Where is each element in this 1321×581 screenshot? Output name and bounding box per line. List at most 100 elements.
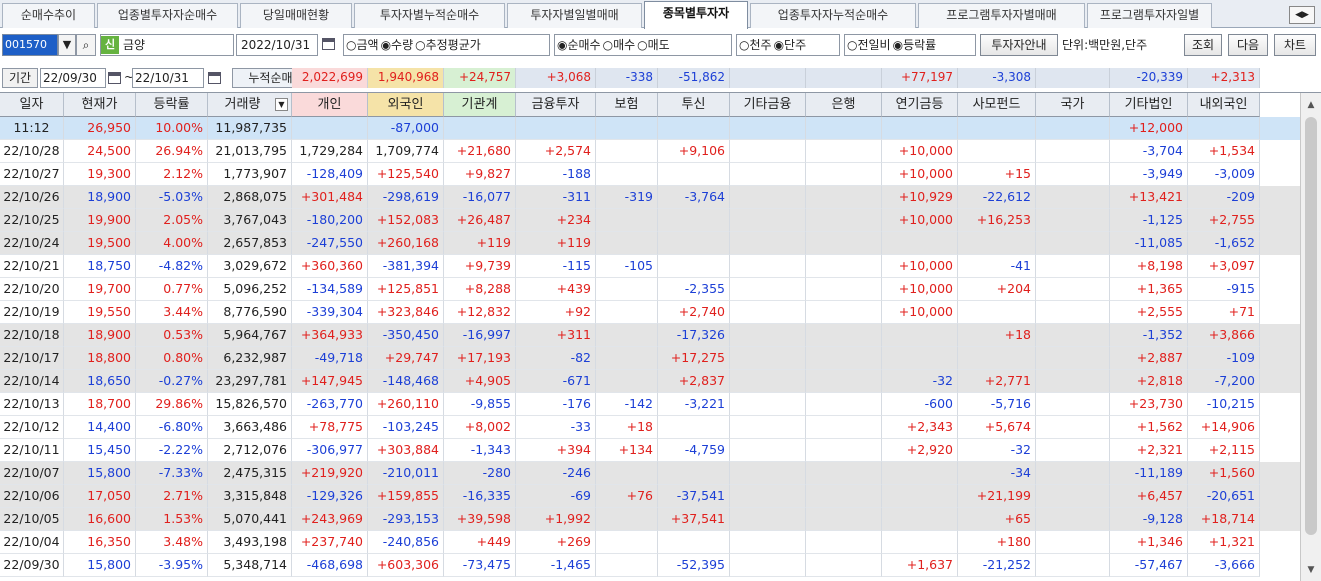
column-header[interactable]: 기타금융: [730, 93, 806, 117]
table-cell: -311: [516, 186, 596, 209]
tab-1[interactable]: 순매수추이: [2, 3, 95, 28]
column-header[interactable]: 기타법인: [1110, 93, 1188, 117]
column-header[interactable]: 금융투자: [516, 93, 596, 117]
trade-group-option[interactable]: ○매도: [637, 38, 670, 52]
table-row[interactable]: 22/10/11 15,450 -2.22% 2,712,076 -306,977 +30…: [0, 439, 1300, 462]
next-button[interactable]: 다음: [1228, 34, 1268, 56]
table-row[interactable]: 22/10/24 19,500 4.00% 2,657,853 -247,550 +260…: [0, 232, 1300, 255]
compare-group-option[interactable]: ○전일비: [847, 38, 891, 52]
table-cell: [1036, 347, 1110, 370]
table-row[interactable]: 22/10/26 18,900 -5.03% 2,868,075 +301,484 -29…: [0, 186, 1300, 209]
tab-2[interactable]: 업종별투자자순매수: [97, 3, 238, 28]
trade-group-option[interactable]: ◉순매수: [557, 38, 601, 52]
investor-info-button[interactable]: 투자자안내: [980, 34, 1058, 56]
table-row[interactable]: 22/10/27 19,300 2.12% 1,773,907 -128,409 +125…: [0, 163, 1300, 186]
tab-5[interactable]: 투자자별일별매매: [507, 3, 642, 28]
table-row[interactable]: 22/10/20 19,700 0.77% 5,096,252 -134,589 +125…: [0, 278, 1300, 301]
table-row[interactable]: 22/10/05 16,600 1.53% 5,070,441 +243,969 -293…: [0, 508, 1300, 531]
calendar-icon[interactable]: [208, 72, 221, 84]
dropdown-button[interactable]: ▼: [58, 34, 76, 56]
table-cell: 5,348,714: [208, 554, 292, 577]
tab-3[interactable]: 당일매매현황: [240, 3, 352, 28]
tab-7[interactable]: 업종투자자누적순매수: [750, 3, 916, 28]
table-cell: +1,992: [516, 508, 596, 531]
column-header[interactable]: 일자: [0, 93, 64, 117]
tab-8[interactable]: 프로그램투자자별매매: [918, 3, 1085, 28]
date-input[interactable]: 2022/10/31: [236, 34, 318, 56]
vertical-scrollbar[interactable]: ▲ ▼: [1300, 93, 1321, 581]
column-header-label: 기타금융: [743, 97, 792, 112]
table-row[interactable]: 22/10/18 18,900 0.53% 5,964,767 +364,933 -350…: [0, 324, 1300, 347]
table-cell: [882, 324, 958, 347]
table-row[interactable]: 11:12 26,950 10.00% 11,987,735 -87,000 +12,00…: [0, 117, 1300, 140]
scroll-thumb[interactable]: [1305, 117, 1317, 535]
table-cell: 22/10/28: [0, 140, 64, 163]
table-row[interactable]: 22/09/30 15,800 -3.95% 5,348,714 -468,698 +60…: [0, 554, 1300, 577]
tab-4[interactable]: 투자자별누적순매수: [354, 3, 505, 28]
calendar-icon[interactable]: [322, 38, 335, 50]
column-header[interactable]: 거래량 ▼: [208, 93, 292, 117]
table-cell: 2.12%: [136, 163, 208, 186]
trade-group-option[interactable]: ○매수: [603, 38, 636, 52]
column-header[interactable]: 현재가: [64, 93, 136, 117]
tab-6[interactable]: 종목별투자자: [644, 1, 748, 29]
column-header[interactable]: 국가: [1036, 93, 1110, 117]
search-button[interactable]: ⌕: [76, 34, 96, 56]
column-header[interactable]: 외국인: [368, 93, 444, 117]
column-header[interactable]: 기관계: [444, 93, 516, 117]
table-row[interactable]: 22/10/06 17,050 2.71% 3,315,848 -129,326 +159…: [0, 485, 1300, 508]
amount-group-option[interactable]: ◉수량: [381, 38, 414, 52]
end-date-input[interactable]: 22/10/31: [132, 68, 204, 88]
column-header[interactable]: 연기금등: [882, 93, 958, 117]
scroll-up-icon[interactable]: ▲: [1301, 95, 1321, 115]
compare-group-option[interactable]: ◉등락률: [893, 38, 937, 52]
table-cell: +2,343: [882, 416, 958, 439]
table-cell: +2,555: [1110, 301, 1188, 324]
table-cell: [730, 278, 806, 301]
scroll-down-icon[interactable]: ▼: [1301, 560, 1321, 580]
sort-dropdown-icon[interactable]: ▼: [275, 98, 288, 111]
column-header[interactable]: 등락률: [136, 93, 208, 117]
table-cell: +18: [958, 324, 1036, 347]
unit-group-option[interactable]: ○천주: [739, 38, 772, 52]
column-header[interactable]: 은행: [806, 93, 882, 117]
table-cell: +125,540: [368, 163, 444, 186]
column-header[interactable]: 보험: [596, 93, 658, 117]
table-row[interactable]: 22/10/04 16,350 3.48% 3,493,198 +237,740 -240…: [0, 531, 1300, 554]
table-cell: 3,493,198: [208, 531, 292, 554]
tab-scroll-arrows-icon[interactable]: ◀▶: [1289, 6, 1315, 24]
table-row[interactable]: 22/10/19 19,550 3.44% 8,776,590 -339,304 +323…: [0, 301, 1300, 324]
table-row[interactable]: 22/10/12 14,400 -6.80% 3,663,486 +78,775 -103…: [0, 416, 1300, 439]
table-row[interactable]: 22/10/21 18,750 -4.82% 3,029,672 +360,360 -38…: [0, 255, 1300, 278]
table-row[interactable]: 22/10/07 15,800 -7.33% 2,475,315 +219,920 -21…: [0, 462, 1300, 485]
amount-radio-group[interactable]: ○금액 ◉수량 ○추정평균가: [343, 34, 550, 56]
table-cell: [882, 117, 958, 140]
table-cell: -82: [516, 347, 596, 370]
table-cell: [1036, 301, 1110, 324]
column-header[interactable]: 내외국인: [1188, 93, 1260, 117]
table-cell: [516, 117, 596, 140]
unit-radio-group[interactable]: ○천주 ◉단주: [736, 34, 840, 56]
table-cell: -246: [516, 462, 596, 485]
table-row[interactable]: 22/10/28 24,500 26.94% 21,013,795 1,729,284 1…: [0, 140, 1300, 163]
start-date-input[interactable]: 22/09/30: [40, 68, 106, 88]
column-header[interactable]: 사모펀드: [958, 93, 1036, 117]
column-header[interactable]: 투신: [658, 93, 730, 117]
calendar-icon[interactable]: [108, 72, 121, 84]
table-row[interactable]: 22/10/17 18,800 0.80% 6,232,987 -49,718 +29,7…: [0, 347, 1300, 370]
table-row[interactable]: 22/10/25 19,900 2.05% 3,767,043 -180,200 +152…: [0, 209, 1300, 232]
search-query-button[interactable]: 조회: [1184, 34, 1222, 56]
amount-group-option[interactable]: ○추정평균가: [415, 38, 481, 52]
column-header[interactable]: 개인: [292, 93, 368, 117]
table-row[interactable]: 22/10/14 18,650 -0.27% 23,297,781 +147,945 -1…: [0, 370, 1300, 393]
chart-button[interactable]: 차트: [1274, 34, 1316, 56]
table-row[interactable]: 22/10/13 18,700 29.86% 15,826,570 -263,770 +2…: [0, 393, 1300, 416]
tab-9[interactable]: 프로그램투자자일별: [1087, 3, 1212, 28]
amount-group-option[interactable]: ○금액: [346, 38, 379, 52]
unit-group-option[interactable]: ◉단주: [774, 38, 807, 52]
compare-radio-group[interactable]: ○전일비 ◉등락률: [844, 34, 976, 56]
stock-code-input[interactable]: 001570: [2, 34, 58, 56]
trade-radio-group[interactable]: ◉순매수 ○매수 ○매도: [554, 34, 732, 56]
table-cell: -22,612: [958, 186, 1036, 209]
table-cell: [806, 439, 882, 462]
